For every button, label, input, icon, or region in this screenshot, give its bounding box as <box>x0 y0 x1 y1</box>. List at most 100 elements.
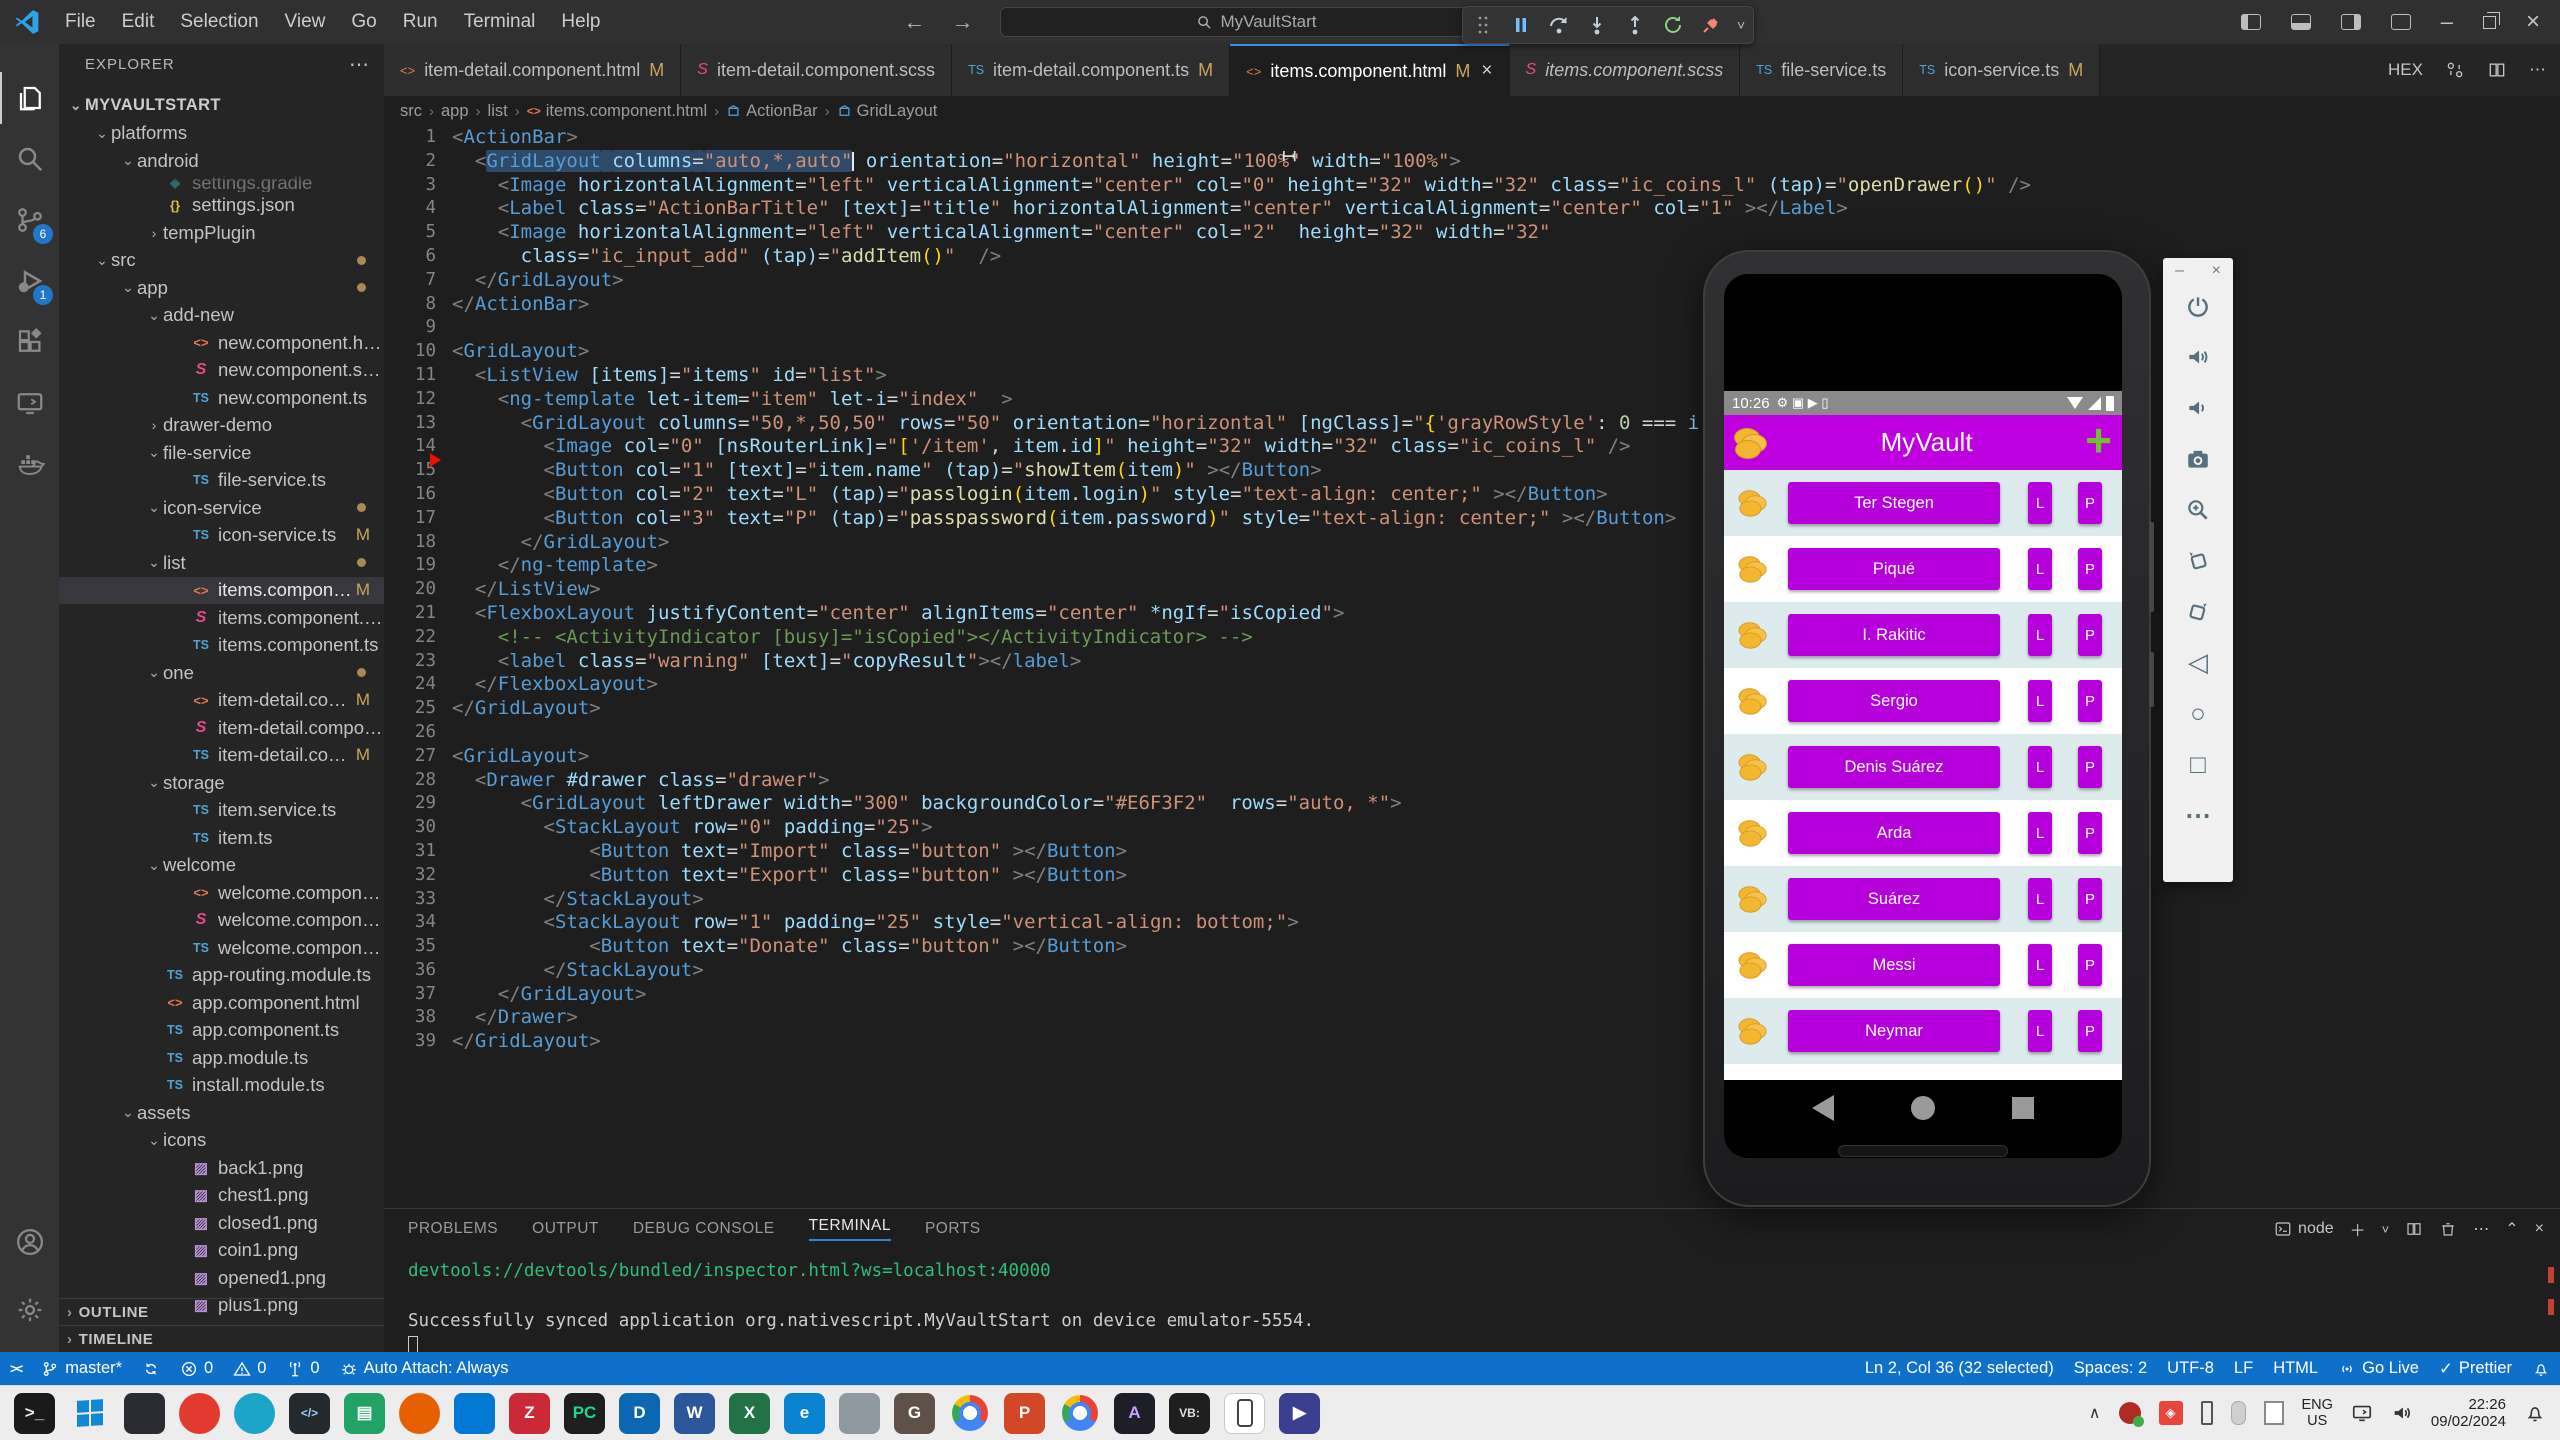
tray-usb-icon[interactable] <box>2201 1401 2213 1425</box>
taskbar-media-player[interactable]: ▶ <box>1279 1393 1320 1434</box>
file-items-component-html[interactable]: <>items.component.htmlM <box>59 577 384 605</box>
emulator-rotate-cw-button[interactable] <box>2163 586 2233 637</box>
android-back-button[interactable] <box>1812 1095 1834 1121</box>
step-over-icon[interactable] <box>1547 13 1571 37</box>
file-opened1-png[interactable]: ▨opened1.png <box>59 1264 384 1292</box>
file-welcome-component-html[interactable]: <>welcome.component.html <box>59 879 384 907</box>
vault-row-piqu-[interactable]: PiquéLP <box>1724 536 2122 602</box>
pause-icon[interactable] <box>1509 13 1533 37</box>
item-name-button[interactable]: Arda <box>1788 812 2000 854</box>
activitybar-source-control[interactable]: 6 <box>0 194 59 246</box>
login-button[interactable]: L <box>2028 878 2052 920</box>
tray-window-icon[interactable] <box>2264 1401 2284 1425</box>
folder-tempplugin[interactable]: ›tempPlugin <box>59 219 384 247</box>
terminal-output[interactable]: devtools://devtools/bundled/inspector.ht… <box>384 1249 2560 1359</box>
toggle-secondary-sidebar-icon[interactable] <box>2341 14 2361 30</box>
vault-row-sergio[interactable]: SergioLP <box>1724 668 2122 734</box>
nav-forward-icon[interactable]: → <box>952 9 974 35</box>
file-items-component-scss[interactable]: Sitems.component.scss <box>59 604 384 632</box>
status-remote[interactable]: >< <box>0 1352 31 1385</box>
taskbar-excel[interactable]: X <box>729 1393 770 1434</box>
emulator-rotate-ccw-button[interactable] <box>2163 535 2233 586</box>
tab-icon-service.ts[interactable]: TSicon-service.tsM <box>1903 44 2100 96</box>
file-items-component-ts[interactable]: TSitems.component.ts <box>59 632 384 660</box>
file-item-ts[interactable]: TSitem.ts <box>59 824 384 852</box>
status-html[interactable]: HTML <box>2263 1359 2328 1378</box>
file-closed1-png[interactable]: ▨closed1.png <box>59 1209 384 1237</box>
breadcrumb-actionbar[interactable]: ActionBar <box>726 102 818 121</box>
emulator-minimize-button[interactable]: – <box>2175 262 2184 280</box>
login-button[interactable]: L <box>2028 548 2052 590</box>
status-warning[interactable]: 0 <box>223 1352 276 1385</box>
menu-terminal[interactable]: Terminal <box>451 11 549 33</box>
file-welcome-component-scss[interactable]: Swelcome.component.scss <box>59 907 384 935</box>
folder-welcome[interactable]: ⌄welcome <box>59 852 384 880</box>
taskbar-vb-audio[interactable]: VB: <box>1169 1393 1210 1434</box>
split-editor-icon[interactable] <box>2487 60 2507 80</box>
file-item-detail-component-html[interactable]: <>item-detail.component.htmlM <box>59 687 384 715</box>
panel-tab-problems[interactable]: PROBLEMS <box>408 1220 498 1238</box>
taskbar-dark-app[interactable] <box>124 1393 165 1434</box>
tab-items.component.html[interactable]: <>items.component.htmlM× <box>1230 44 1509 96</box>
folder-src[interactable]: ⌄src <box>59 247 384 275</box>
file-app-component-ts[interactable]: TSapp.component.ts <box>59 1017 384 1045</box>
password-button[interactable]: P <box>2078 614 2102 656</box>
login-button[interactable]: L <box>2028 812 2052 854</box>
login-button[interactable]: L <box>2028 680 2052 722</box>
tray-clock[interactable]: 22:2609/02/2024 <box>2431 1396 2506 1430</box>
activitybar-settings[interactable] <box>0 1284 59 1336</box>
toggle-panel-icon[interactable] <box>2291 14 2311 30</box>
close-panel-icon[interactable]: × <box>2535 1220 2544 1238</box>
file-app-routing-module-ts[interactable]: TSapp-routing.module.ts <box>59 962 384 990</box>
terminal-shell-select[interactable]: node <box>2274 1220 2334 1238</box>
file-file-service-ts[interactable]: TSfile-service.ts <box>59 467 384 495</box>
item-name-button[interactable]: Suárez <box>1788 878 2000 920</box>
panel-outline[interactable]: ›OUTLINE <box>59 1298 384 1325</box>
taskbar-gray-app[interactable] <box>839 1393 880 1434</box>
tab-item-detail.component.ts[interactable]: TSitem-detail.component.tsM <box>952 44 1230 96</box>
taskbar-windows-start[interactable] <box>69 1393 110 1434</box>
status-tower[interactable]: 0 <box>276 1352 329 1385</box>
file-item-service-ts[interactable]: TSitem.service.ts <box>59 797 384 825</box>
breadcrumb-items.component.html[interactable]: <>items.component.html <box>527 102 707 121</box>
password-button[interactable]: P <box>2078 680 2102 722</box>
login-button[interactable]: L <box>2028 1010 2052 1052</box>
file-item-detail-component-scss[interactable]: Sitem-detail.component.scss <box>59 714 384 742</box>
vault-row-arda[interactable]: Arda LP <box>1724 800 2122 866</box>
tab-items.component.scss[interactable]: Sitems.component.scss <box>1510 44 1741 96</box>
file-coin1-png[interactable]: ▨coin1.png <box>59 1237 384 1265</box>
app-menu-coins-icon[interactable] <box>1734 428 1768 458</box>
activitybar-search[interactable] <box>0 133 59 185</box>
tray-volume-icon[interactable] <box>2391 1402 2413 1424</box>
tray-antivirus-icon[interactable] <box>2119 1402 2141 1424</box>
status-debug[interactable]: Auto Attach: Always <box>330 1352 519 1385</box>
panel-timeline[interactable]: ›TIMELINE <box>59 1325 384 1352</box>
activitybar-extensions[interactable] <box>0 316 59 368</box>
breadcrumb-gridlayout[interactable]: GridLayout <box>837 102 938 121</box>
menu-help[interactable]: Help <box>548 11 613 33</box>
password-button[interactable]: P <box>2078 878 2102 920</box>
folder-icon-service[interactable]: ⌄icon-service <box>59 494 384 522</box>
split-terminal-icon[interactable] <box>2405 1220 2423 1238</box>
taskbar-word[interactable]: W <box>674 1393 715 1434</box>
disconnect-icon[interactable] <box>1699 13 1723 37</box>
panel-more-icon[interactable]: ⋯ <box>2473 1219 2489 1239</box>
taskbar-zotero[interactable]: Z <box>509 1393 550 1434</box>
explorer-more-actions-icon[interactable]: ⋯ <box>349 52 370 77</box>
taskbar-opera-browser[interactable] <box>179 1393 220 1434</box>
password-button[interactable]: P <box>2078 482 2102 524</box>
password-button[interactable]: P <box>2078 548 2102 590</box>
status-check[interactable]: ✓Prettier <box>2429 1359 2522 1379</box>
tab-close-icon[interactable]: × <box>1481 60 1492 82</box>
file-settings-json[interactable]: {}settings.json <box>59 192 384 220</box>
password-button[interactable]: P <box>2078 812 2102 854</box>
activitybar-remote-explorer[interactable] <box>0 377 59 429</box>
taskbar-code-dark-app[interactable]: </> <box>289 1393 330 1434</box>
folder-android[interactable]: ⌄android <box>59 147 384 175</box>
activitybar-docker[interactable] <box>0 438 59 490</box>
tray-language[interactable]: ENGUS <box>2302 1397 2333 1429</box>
tab-item-detail.component.scss[interactable]: Sitem-detail.component.scss <box>681 44 952 96</box>
code-editor[interactable]: 1<ActionBar>2 <GridLayout columns="auto,… <box>384 126 2560 1208</box>
taskbar-edge-legacy[interactable]: e <box>784 1393 825 1434</box>
debug-dropdown-icon[interactable]: ˅ <box>1737 17 1745 33</box>
